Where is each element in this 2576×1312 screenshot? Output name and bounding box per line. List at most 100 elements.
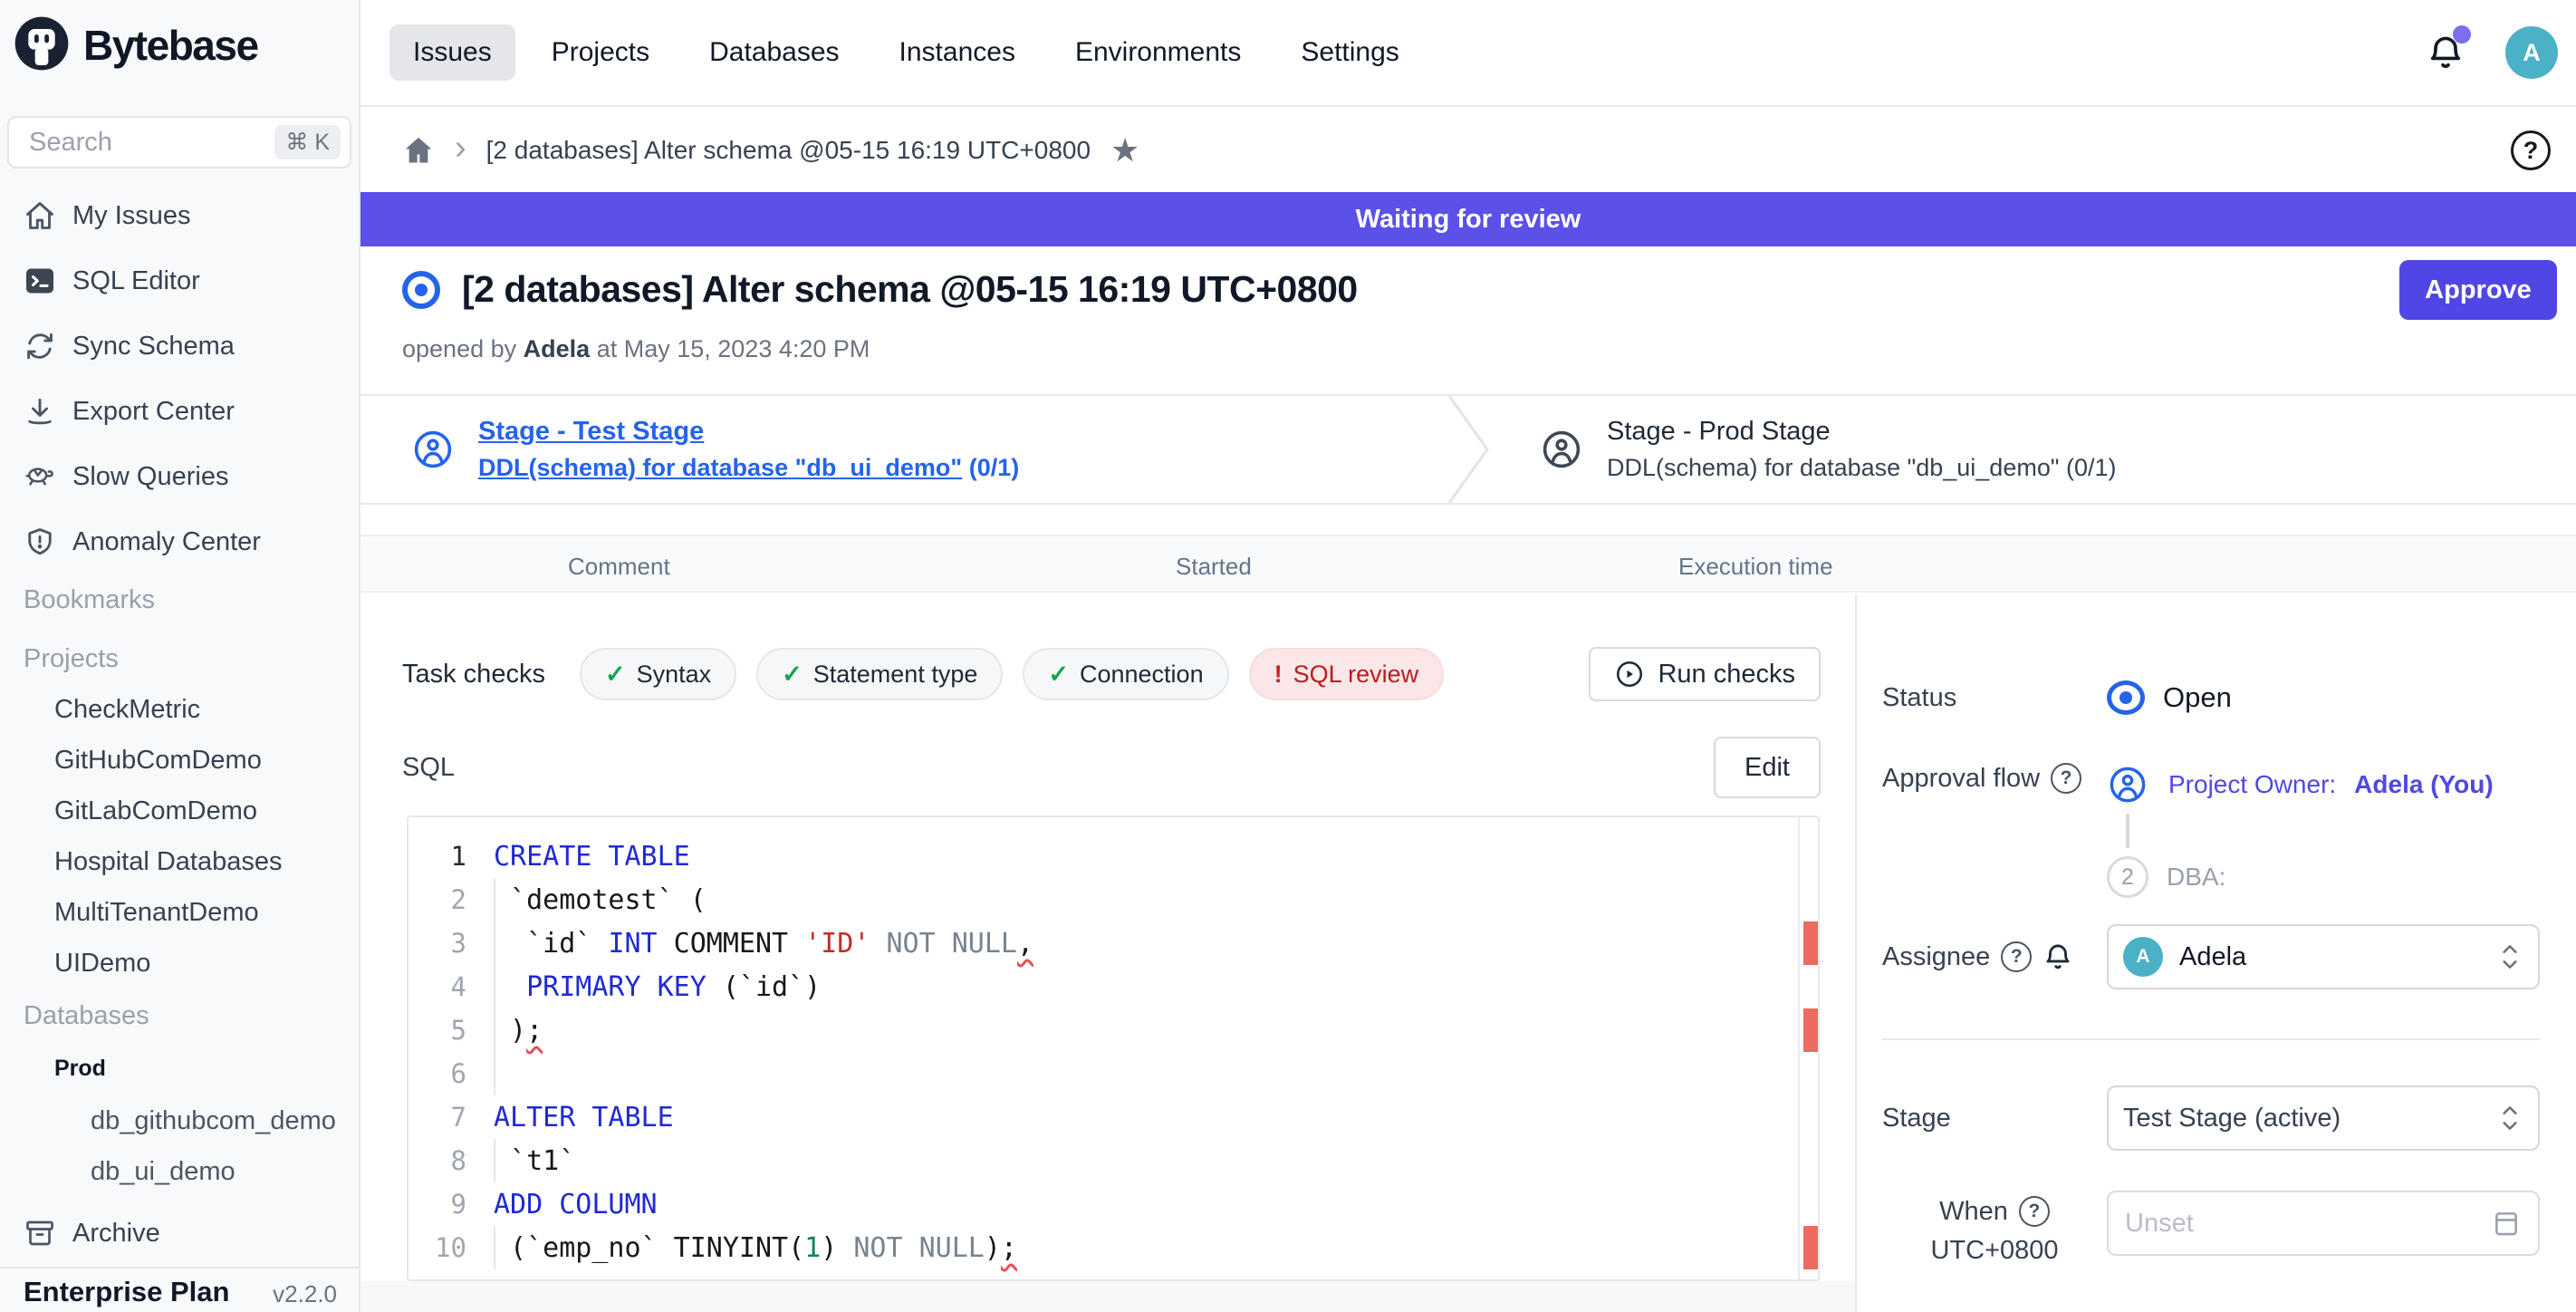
code-line[interactable]: 8 `t1` [409, 1139, 1796, 1182]
opened-by-text: opened by [402, 335, 516, 362]
run-checks-button[interactable]: Run checks [1589, 647, 1821, 701]
app-logo[interactable]: Bytebase [0, 0, 359, 78]
search-box[interactable]: ⌘ K [7, 116, 351, 169]
when-input[interactable] [2125, 1209, 2491, 1239]
tab-databases[interactable]: Databases [686, 24, 862, 81]
stage-task: DDL(schema) for database "db_ui_demo" [1607, 454, 2059, 481]
sidebar-project-githubcomdemo[interactable]: GitHubComDemo [0, 735, 359, 786]
stage-task-link[interactable]: DDL(schema) for database "db_ui_demo" [478, 454, 962, 481]
sidebar-project-gitlabcomdemo[interactable]: GitLabComDemo [0, 786, 359, 836]
line-number: 5 [409, 1015, 481, 1046]
task-detail-pane: Task checks ✓Syntax ✓Statement type ✓Conne… [360, 594, 1855, 1312]
bookmark-star-icon[interactable] [1110, 131, 1139, 169]
issue-open-icon [402, 271, 440, 309]
assignee-avatar: A [2123, 937, 2163, 977]
notification-dot [2453, 25, 2471, 43]
code-line[interactable]: 5 ); [409, 1008, 1796, 1052]
tab-issues[interactable]: Issues [389, 24, 515, 81]
sidebar-item-sync-schema[interactable]: Sync Schema [0, 314, 359, 379]
turtle-icon [24, 460, 56, 493]
sidebar-section-projects[interactable]: Projects [0, 633, 359, 684]
plan-label[interactable]: Enterprise Plan [24, 1276, 229, 1308]
tab-environments[interactable]: Environments [1052, 24, 1264, 81]
tab-instances[interactable]: Instances [876, 24, 1039, 81]
panel-divider [1882, 1038, 2540, 1040]
sql-editor[interactable]: 1CREATE TABLE2 `demotest` (3 `id` INT CO… [407, 815, 1820, 1281]
code-line[interactable]: 7ALTER TABLE [409, 1095, 1796, 1139]
check-pill-statement-type[interactable]: ✓Statement type [756, 648, 1003, 700]
stage-value: Test Stage (active) [2123, 1104, 2341, 1134]
issue-author[interactable]: Adela [524, 335, 591, 362]
sidebar-item-anomaly-center[interactable]: Anomaly Center [0, 509, 359, 574]
assignee-label: Assignee [1882, 941, 2107, 972]
approver-name[interactable]: Adela (You) [2354, 770, 2493, 799]
shield-alert-icon [24, 526, 56, 558]
help-icon[interactable] [2001, 941, 2032, 972]
code-text: (`emp_no` TINYINT(1) NOT NULL); [481, 1226, 1017, 1269]
when-input-box[interactable] [2107, 1191, 2540, 1256]
check-icon: ✓ [1048, 661, 1069, 689]
tab-settings[interactable]: Settings [1277, 24, 1422, 81]
check-pill-syntax[interactable]: ✓Syntax [580, 648, 736, 700]
sidebar-footer: Enterprise Plan v2.2.0 [0, 1267, 359, 1312]
play-circle-icon [1614, 659, 1645, 690]
line-number: 8 [409, 1145, 481, 1176]
approver-role: DBA: [2167, 863, 2225, 892]
code-line[interactable]: 4 PRIMARY KEY (`id`) [409, 965, 1796, 1008]
code-text: `id` INT COMMENT 'ID' NOT NULL, [481, 921, 1033, 965]
sidebar-item-export-center[interactable]: Export Center [0, 379, 359, 444]
issue-meta: opened by Adela at May 15, 2023 4:20 PM [402, 335, 870, 363]
help-icon[interactable] [2051, 763, 2081, 794]
sidebar-item-my-issues[interactable]: My Issues [0, 183, 359, 248]
check-pill-sql-review[interactable]: !SQL review [1249, 648, 1445, 700]
code-line[interactable]: 9ADD COLUMN [409, 1182, 1796, 1226]
check-icon: ✓ [782, 661, 803, 689]
code-line[interactable]: 6 [409, 1052, 1796, 1095]
code-line[interactable]: 2 `demotest` ( [409, 878, 1796, 921]
sidebar-item-sql-editor[interactable]: SQL Editor [0, 248, 359, 314]
topbar-right: A [2426, 26, 2558, 79]
sidebar-nav-list: My Issues SQL Editor Sync Schema Export Cen… [0, 183, 359, 574]
help-icon[interactable] [2019, 1196, 2050, 1227]
line-number: 2 [409, 884, 481, 915]
subscribe-bell-icon[interactable] [2043, 941, 2073, 972]
stage-card-test-stage[interactable]: Stage - Test Stage DDL(schema) for datab… [360, 396, 1447, 503]
issue-header: [2 databases] Alter schema @05-15 16:19 … [402, 268, 1358, 311]
user-avatar[interactable]: A [2505, 26, 2558, 79]
sidebar-item-archive[interactable]: Archive [0, 1201, 359, 1266]
approve-button[interactable]: Approve [2399, 260, 2557, 320]
sql-editor-lines: 1CREATE TABLE2 `demotest` (3 `id` INT CO… [409, 834, 1796, 1279]
stage-card-prod-stage[interactable]: Stage - Prod Stage DDL(schema) for datab… [1489, 396, 2576, 503]
check-pill-connection[interactable]: ✓Connection [1023, 648, 1228, 700]
status-value: Open [2163, 681, 2232, 714]
notification-bell-icon[interactable] [2426, 33, 2465, 72]
sidebar-section-databases[interactable]: Databases [0, 990, 359, 1041]
sidebar-item-label: Sync Schema [72, 332, 235, 362]
task-checks-label: Task checks [402, 660, 545, 690]
sidebar-item-slow-queries[interactable]: Slow Queries [0, 444, 359, 509]
breadcrumb-page-title: [2 databases] Alter schema @05-15 16:19 … [486, 136, 1091, 165]
code-line[interactable]: 3 `id` INT COMMENT 'ID' NOT NULL, [409, 921, 1796, 965]
code-line[interactable]: 10 (`emp_no` TINYINT(1) NOT NULL); [409, 1226, 1796, 1269]
help-icon[interactable] [2511, 130, 2551, 170]
breadcrumb-home-icon[interactable] [402, 134, 435, 167]
approver-role: Project Owner: [2168, 770, 2336, 799]
sidebar-project-multitenantdemo[interactable]: MultiTenantDemo [0, 887, 359, 938]
sidebar-project-checkmetric[interactable]: CheckMetric [0, 684, 359, 735]
sidebar-project-hospital-databases[interactable]: Hospital Databases [0, 836, 359, 887]
line-number: 10 [409, 1232, 481, 1263]
stage-select[interactable]: Test Stage (active) [2107, 1085, 2540, 1151]
tab-projects[interactable]: Projects [528, 24, 673, 81]
code-line[interactable]: 1CREATE TABLE [409, 834, 1796, 878]
code-text: `demotest` ( [481, 878, 706, 921]
sidebar-item-label: SQL Editor [72, 266, 200, 296]
sidebar-project-uidemo[interactable]: UIDemo [0, 938, 359, 989]
assignee-select[interactable]: A Adela [2107, 924, 2540, 989]
sidebar-database-db_ui_demo[interactable]: db_ui_demo [0, 1146, 359, 1197]
sidebar-section-bookmarks[interactable]: Bookmarks [0, 574, 359, 625]
edit-sql-button[interactable]: Edit [1714, 737, 1821, 798]
stage-name-link[interactable]: Stage - Test Stage [478, 417, 1019, 447]
assignee-row: Assignee A Adela [1882, 921, 2540, 993]
sidebar-database-db_githubcom_demo[interactable]: db_githubcom_demo [0, 1095, 359, 1146]
archive-label: Archive [72, 1219, 160, 1249]
